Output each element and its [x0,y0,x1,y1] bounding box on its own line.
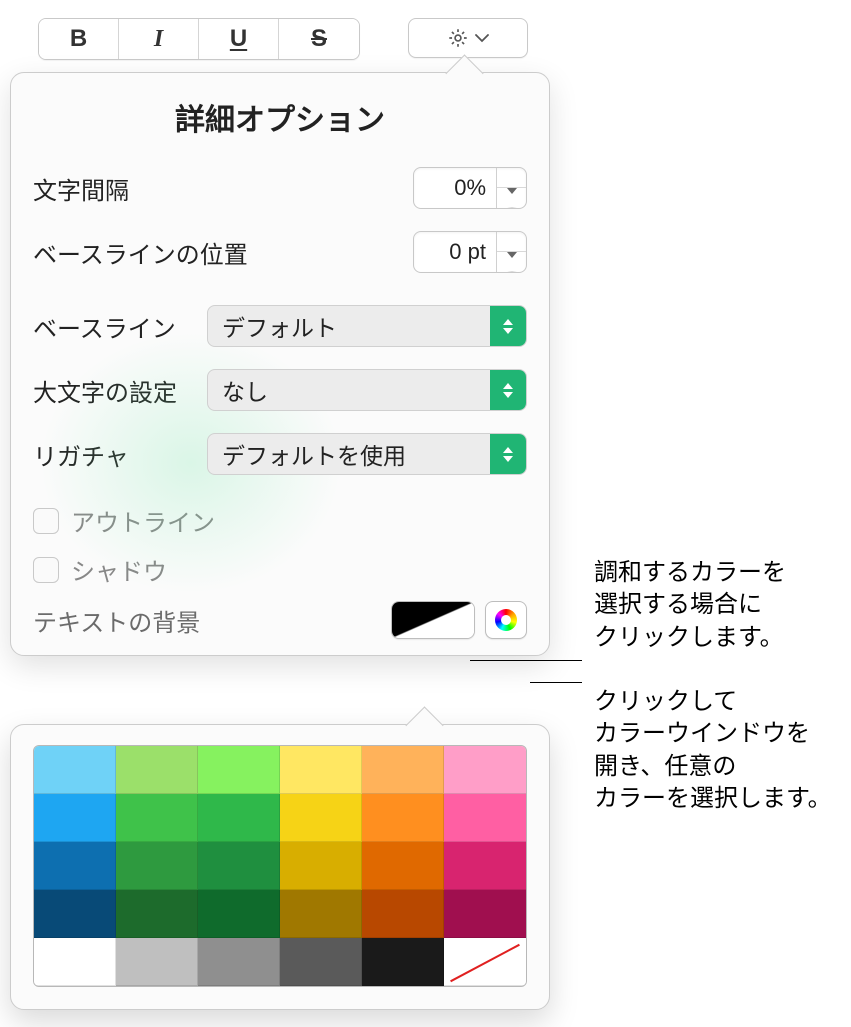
color-swatch[interactable] [116,890,198,938]
italic-button[interactable]: I [119,19,199,59]
color-swatch[interactable] [198,938,280,986]
caps-select[interactable]: なし [207,369,527,411]
bold-button[interactable]: B [39,19,119,59]
advanced-options-button[interactable] [408,18,528,58]
color-swatch[interactable] [444,890,526,938]
color-swatch[interactable] [280,794,362,842]
baseline-shift-step-up[interactable] [497,232,526,252]
shadow-label: シャドウ [71,552,167,587]
color-swatch[interactable] [444,842,526,890]
color-swatch[interactable] [198,842,280,890]
color-swatch[interactable] [280,890,362,938]
caps-select-value: なし [222,373,268,407]
outline-checkbox[interactable] [33,508,59,534]
char-spacing-step-down[interactable] [497,188,526,208]
color-grid-popover [10,724,550,1010]
color-swatch[interactable] [444,794,526,842]
strikethrough-button[interactable]: S [279,19,359,59]
chevron-down-icon [475,33,489,43]
baseline-select-value: デフォルト [222,309,337,343]
color-swatch[interactable] [280,746,362,794]
color-swatch[interactable] [116,938,198,986]
color-swatch-none[interactable] [444,938,526,986]
color-swatch[interactable] [198,794,280,842]
color-swatch[interactable] [116,842,198,890]
color-swatch[interactable] [280,938,362,986]
color-swatch[interactable] [444,746,526,794]
callout-leader [530,682,582,683]
char-spacing-label: 文字間隔 [33,171,129,206]
color-swatch[interactable] [34,746,116,794]
color-swatch[interactable] [362,794,444,842]
ligature-select-value: デフォルトを使用 [222,437,406,471]
outline-label: アウトライン [71,503,215,538]
color-swatch[interactable] [34,890,116,938]
callout-swatch-text: 調和するカラーを 選択する場合に クリックします。 [594,557,786,654]
color-wheel-icon [495,609,517,631]
color-picker-button[interactable] [485,601,527,639]
shadow-checkbox[interactable] [33,557,59,583]
baseline-shift-stepper[interactable]: 0 pt [413,231,527,273]
color-swatch[interactable] [198,746,280,794]
color-swatch[interactable] [362,746,444,794]
color-swatch[interactable] [116,746,198,794]
baseline-shift-label: ベースラインの位置 [33,235,248,270]
baseline-shift-value: 0 pt [426,239,496,265]
baseline-select[interactable]: デフォルト [207,305,527,347]
callout-wheel-text: クリックして カラーウインドウを 開き、任意の カラーを選択します。 [594,686,832,816]
color-swatch[interactable] [362,938,444,986]
color-swatch[interactable] [362,890,444,938]
advanced-options-panel: 詳細オプション 文字間隔 0% ベースラインの位置 0 pt ベースライン デフ… [10,72,550,656]
color-swatch[interactable] [280,842,362,890]
char-spacing-value: 0% [426,175,496,201]
caps-label: 大文字の設定 [33,373,177,408]
select-arrows-icon [490,434,526,474]
baseline-label: ベースライン [33,309,176,344]
color-swatch[interactable] [34,794,116,842]
select-arrows-icon [490,370,526,410]
char-spacing-stepper[interactable]: 0% [413,167,527,209]
select-arrows-icon [490,306,526,346]
color-swatch[interactable] [116,794,198,842]
callout-leader [470,660,582,661]
color-swatch[interactable] [34,842,116,890]
text-bg-color-well[interactable] [391,601,475,639]
ligature-label: リガチャ [33,437,129,472]
char-spacing-step-up[interactable] [497,168,526,188]
panel-title: 詳細オプション [33,95,527,139]
color-swatch[interactable] [198,890,280,938]
text-style-segment: B I U S [38,18,360,60]
baseline-shift-step-down[interactable] [497,252,526,272]
color-grid [33,745,527,987]
ligature-select[interactable]: デフォルトを使用 [207,433,527,475]
underline-button[interactable]: U [199,19,279,59]
color-swatch[interactable] [362,842,444,890]
gear-icon [447,27,469,49]
text-background-label: テキストの背景 [33,603,200,638]
color-swatch[interactable] [34,938,116,986]
